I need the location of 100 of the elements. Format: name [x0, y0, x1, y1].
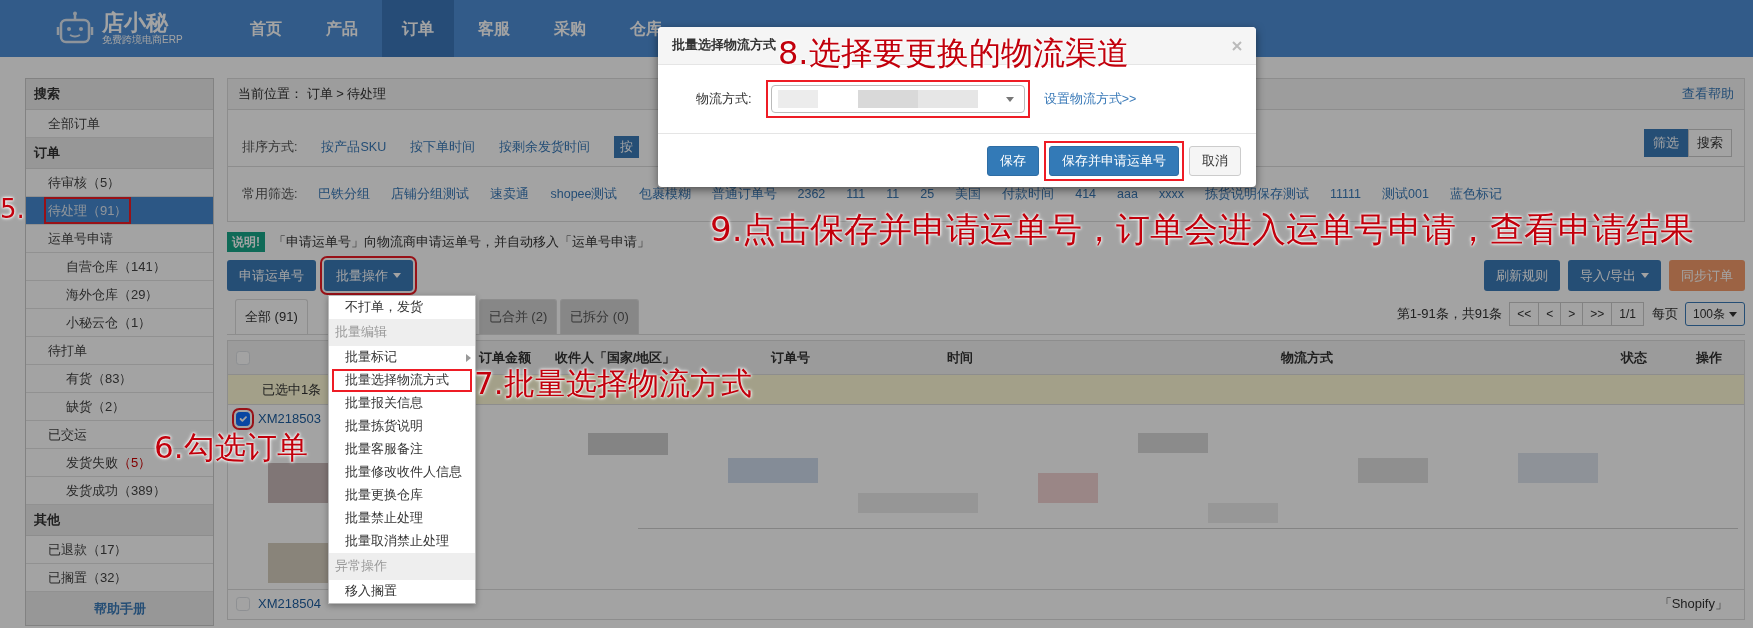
sort-label: 排序方式:: [242, 138, 298, 156]
modal-button[interactable]: 保存: [987, 145, 1039, 176]
sidebar-item[interactable]: 已退款（17）: [26, 536, 213, 564]
modal-button[interactable]: 保存并申请运单号: [1049, 145, 1179, 176]
tab[interactable]: 已合并 (2): [478, 299, 558, 334]
sidebar-heading: 其他: [26, 505, 213, 536]
menu-item[interactable]: 批量取消禁止处理: [329, 530, 475, 553]
sidebar-item[interactable]: 运单号申请: [26, 225, 213, 253]
help-manual-link[interactable]: 帮助手册: [26, 592, 213, 625]
action-button[interactable]: 刷新规则: [1484, 260, 1561, 291]
sidebar-item[interactable]: 小秘云仓（1）: [26, 309, 213, 337]
modal-title: 批量选择物流方式: [672, 36, 776, 55]
store-label: 「Shopify」: [1658, 595, 1728, 614]
pager-button[interactable]: 1/1: [1611, 302, 1644, 326]
menu-item[interactable]: 批量报关信息: [329, 392, 475, 415]
field-label: 物流方式:: [696, 90, 752, 109]
submenu-arrow-icon: [466, 353, 471, 362]
column-header: 操作: [1696, 348, 1722, 367]
menu-item[interactable]: 批量标记: [329, 346, 475, 369]
per-page-label: 每页: [1651, 305, 1678, 324]
annotation-text: 9.点击保存并申请运单号，订单会进入运单号申请，查看申请结果: [710, 212, 1695, 246]
filter-link[interactable]: 巴铁分组: [318, 185, 371, 204]
view-toggle-button[interactable]: 筛选: [1644, 128, 1688, 158]
sidebar-item[interactable]: 缺货（2）: [26, 393, 213, 421]
pager-button[interactable]: >>: [1582, 302, 1613, 326]
notice-text: 「申请运单号」向物流商申请运单号，并自动移入「运单号申请」: [273, 233, 650, 251]
menu-item[interactable]: 批量拣货说明: [329, 415, 475, 438]
caret-icon: [1729, 311, 1737, 317]
filter-link[interactable]: 11: [886, 185, 900, 204]
filter-link[interactable]: shopee测试: [550, 185, 618, 204]
order-number-link[interactable]: XM218503: [258, 409, 321, 429]
settings-link[interactable]: 设置物流方式>>: [1043, 89, 1137, 109]
modal-button[interactable]: 取消: [1189, 145, 1241, 176]
column-header: 订单金额: [479, 348, 531, 367]
filter-link[interactable]: 蓝色标记: [1449, 185, 1502, 204]
pager-button[interactable]: <: [1538, 302, 1562, 326]
filter-link[interactable]: aaa: [1117, 185, 1138, 204]
logo-text: 店小秘: [102, 11, 170, 34]
filter-link[interactable]: 包裹模糊: [638, 185, 691, 204]
selection-note: 已选中1条: [262, 380, 322, 399]
order-number-link[interactable]: XM218504: [258, 594, 321, 614]
filter-link[interactable]: 111: [846, 185, 866, 204]
nav-tab[interactable]: 采购: [534, 0, 606, 57]
action-button[interactable]: 申请运单号: [227, 260, 316, 291]
menu-item[interactable]: 批量选择物流方式: [332, 369, 472, 392]
nav-tab[interactable]: 首页: [230, 0, 302, 57]
caret-icon: [393, 273, 401, 278]
sidebar-heading: 搜索: [26, 79, 213, 110]
filter-link[interactable]: 2362: [797, 185, 826, 204]
menu-item[interactable]: 批量禁止处理: [329, 507, 475, 530]
sidebar-item[interactable]: 有货（83）: [26, 365, 213, 393]
sidebar-item[interactable]: 海外仓库（29）: [26, 281, 213, 309]
menu-item[interactable]: 批量更换仓库: [329, 484, 475, 507]
help-link[interactable]: 查看帮助: [1682, 84, 1734, 104]
column-header: 时间: [947, 348, 973, 367]
pager-button[interactable]: >: [1560, 302, 1584, 326]
menu-section-heading: 批量编辑: [329, 319, 475, 346]
filter-link[interactable]: 414: [1075, 185, 1097, 204]
filter-link[interactable]: 付款时间: [1002, 185, 1055, 204]
nav-tab[interactable]: 客服: [458, 0, 530, 57]
filter-link[interactable]: 店铺分组测试: [391, 185, 470, 204]
nav-tab[interactable]: 产品: [306, 0, 378, 57]
notice-badge: 说明!: [227, 232, 265, 252]
pager-button[interactable]: <<: [1509, 302, 1540, 326]
filter-link[interactable]: 11111: [1329, 185, 1361, 204]
sidebar-item[interactable]: 待处理（91）: [26, 197, 213, 225]
caret-icon: [1641, 273, 1649, 278]
sidebar-item[interactable]: 自营仓库（141）: [26, 253, 213, 281]
sort-option[interactable]: 按剩余发货时间: [499, 137, 591, 157]
menu-item[interactable]: 批量客服备注: [329, 438, 475, 461]
filter-link[interactable]: 拣货说明保存测试: [1204, 185, 1309, 204]
menu-item[interactable]: 不打单，发货: [329, 296, 475, 319]
close-icon[interactable]: [1232, 40, 1242, 51]
filter-link[interactable]: 普通订单号: [711, 185, 777, 204]
filter-link[interactable]: 测试001: [1382, 185, 1429, 204]
filter-link[interactable]: xxxx: [1158, 185, 1184, 204]
sort-option[interactable]: 按: [614, 135, 640, 159]
sidebar-heading: 订单: [26, 138, 213, 169]
column-header: 状态: [1621, 348, 1647, 367]
per-page-select[interactable]: 100条: [1684, 302, 1745, 326]
action-button[interactable]: 同步订单: [1669, 260, 1745, 291]
menu-item[interactable]: 批量修改收件人信息: [329, 461, 475, 484]
filter-link[interactable]: 25: [920, 185, 935, 204]
menu-item[interactable]: 移入搁置: [329, 580, 475, 603]
page-summary: 第1-91条，共91条: [1396, 305, 1503, 324]
action-button[interactable]: 导入/导出: [1568, 260, 1661, 291]
sort-option[interactable]: 按下单时间: [410, 137, 476, 157]
filter-link[interactable]: 速卖通: [490, 185, 530, 204]
nav-tab[interactable]: 订单: [382, 0, 454, 57]
breadcrumb: 当前位置： 订单 > 待处理: [238, 85, 387, 104]
sidebar-item[interactable]: 待打单: [26, 337, 213, 365]
view-toggle-button[interactable]: 搜索: [1688, 128, 1732, 158]
filter-link[interactable]: 美国: [955, 185, 982, 204]
filter-label: 常用筛选:: [242, 186, 298, 204]
annotation-text: 8.选择要更换的物流渠道: [778, 37, 1129, 69]
caret-icon: [1005, 96, 1014, 102]
sort-option[interactable]: 按产品SKU: [321, 137, 387, 157]
tab[interactable]: 全部 (91): [235, 299, 308, 334]
column-header: 收件人「国家/地区」: [554, 348, 676, 367]
tab[interactable]: 已拆分 (0): [560, 299, 639, 334]
